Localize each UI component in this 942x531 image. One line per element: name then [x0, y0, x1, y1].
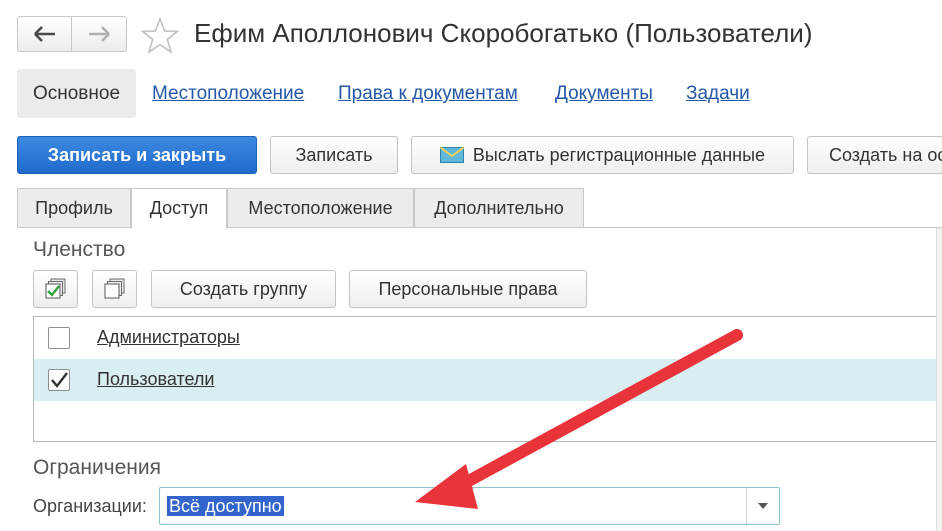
- organizations-label: Организации:: [33, 496, 147, 516]
- administrators-link[interactable]: Администраторы: [97, 327, 240, 348]
- list-item[interactable]: Администраторы: [34, 317, 941, 359]
- back-button[interactable]: [17, 16, 72, 52]
- page-title: Ефим Аполлонович Скоробогатько (Пользова…: [194, 18, 813, 48]
- personal-rights-label: Персональные права: [378, 278, 558, 299]
- nav-tasks-link[interactable]: Задачи: [686, 83, 750, 105]
- organizations-field[interactable]: Всё доступно: [159, 487, 780, 525]
- administrators-checkbox[interactable]: [48, 327, 70, 349]
- favorite-star-icon[interactable]: [140, 16, 180, 56]
- save-button[interactable]: Записать: [270, 136, 398, 174]
- checkmark-icon: [51, 372, 68, 388]
- tab-access[interactable]: Доступ: [131, 188, 227, 229]
- personal-rights-button[interactable]: Персональные права: [349, 270, 587, 308]
- restrictions-heading: Ограничения: [33, 456, 161, 479]
- arrow-left-icon: [33, 26, 55, 42]
- tab-location[interactable]: Местоположение: [227, 188, 414, 228]
- membership-heading: Членство: [33, 238, 126, 261]
- annotation-arrow-icon: [415, 329, 743, 509]
- save-and-close-label: Записать и закрыть: [47, 144, 227, 165]
- send-registration-label: Выслать регистрационные данные: [472, 144, 766, 165]
- send-registration-button[interactable]: Выслать регистрационные данные: [411, 136, 794, 174]
- nav-location-link[interactable]: Местоположение: [152, 83, 304, 105]
- check-all-icon: [45, 278, 65, 299]
- create-group-label: Создать группу: [179, 278, 308, 299]
- create-based-on-label: Создать на основании: [829, 144, 942, 165]
- list-item[interactable]: Пользователи: [34, 359, 941, 401]
- save-and-close-button[interactable]: Записать и закрыть: [17, 136, 257, 174]
- uncheck-all-button[interactable]: [92, 270, 137, 308]
- users-link[interactable]: Пользователи: [97, 369, 214, 390]
- tab-additional[interactable]: Дополнительно: [414, 188, 584, 228]
- envelope-icon: [439, 147, 464, 163]
- nav-main[interactable]: Основное: [17, 69, 136, 118]
- check-all-button[interactable]: [33, 270, 78, 308]
- nav-documents-link[interactable]: Документы: [555, 83, 653, 105]
- uncheck-all-icon: [104, 278, 124, 299]
- organizations-value[interactable]: Всё доступно: [167, 496, 284, 516]
- membership-list[interactable]: Администраторы Пользователи: [33, 316, 942, 442]
- save-label: Записать: [295, 144, 373, 165]
- tab-profile[interactable]: Профиль: [17, 188, 131, 228]
- create-based-on-button[interactable]: Создать на основании: [807, 136, 942, 174]
- organizations-dropdown-button[interactable]: [746, 488, 779, 524]
- chevron-down-icon: [758, 503, 768, 509]
- users-checkbox[interactable]: [48, 369, 70, 391]
- forward-button[interactable]: [72, 16, 127, 52]
- create-group-button[interactable]: Создать группу: [151, 270, 336, 308]
- nav-doc-rights-link[interactable]: Права к документам: [338, 83, 518, 105]
- arrow-right-icon: [89, 26, 110, 42]
- scrollbar[interactable]: [936, 228, 942, 531]
